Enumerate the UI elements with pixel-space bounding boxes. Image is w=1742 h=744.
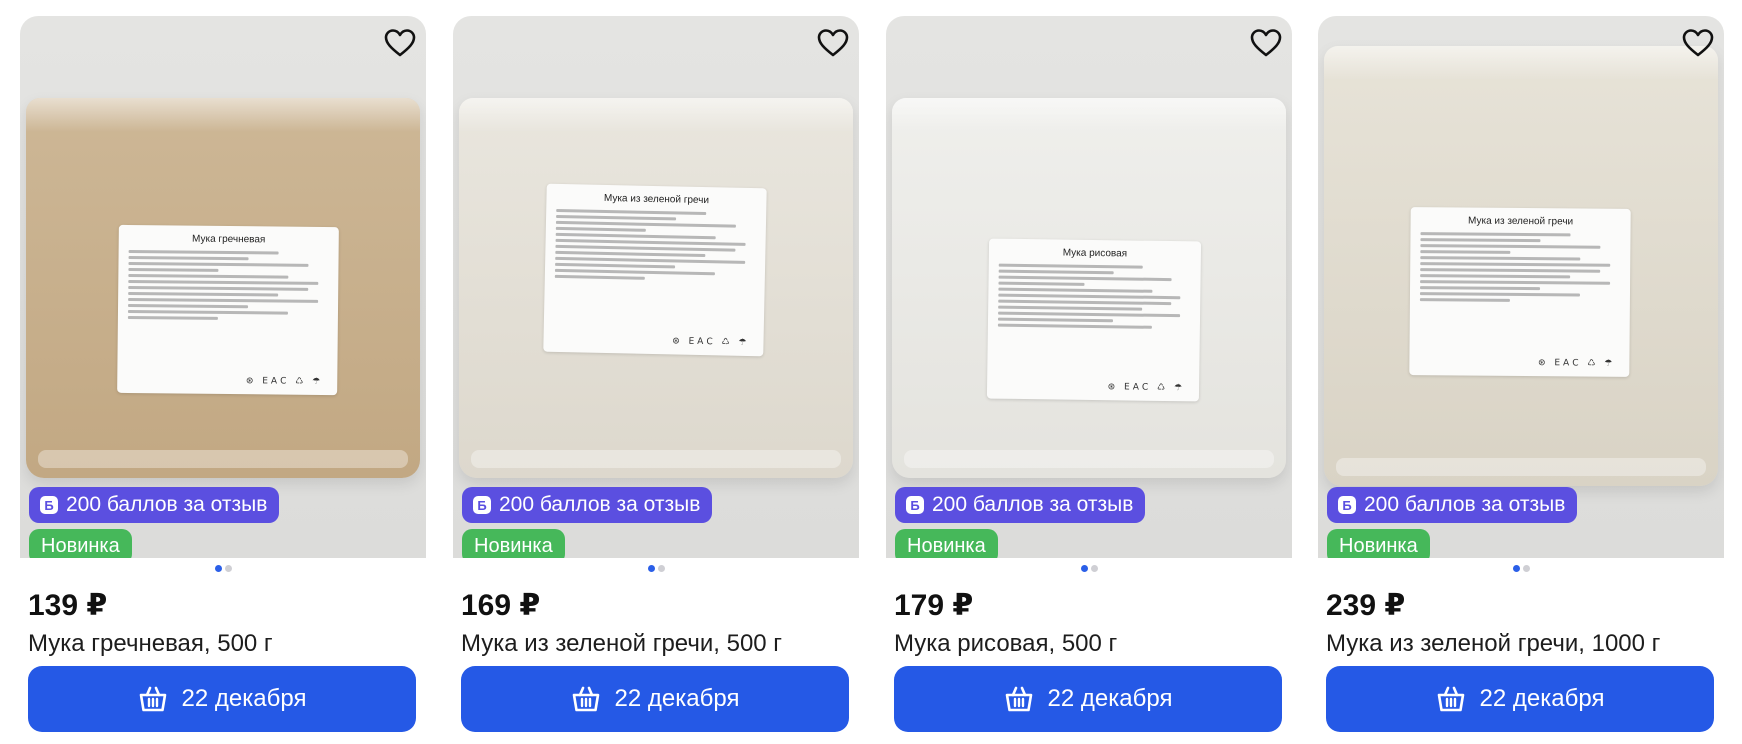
product-price: 179 ₽ <box>894 589 974 622</box>
review-points-badge: Б 200 баллов за отзыв <box>462 487 713 523</box>
product-image[interactable]: Мука гречневая ⊛ ЕАС ♺ ☂ Б 200 баллов за… <box>20 16 426 558</box>
product-card[interactable]: Мука из зеленой гречи ⊛ ЕАС ♺ ☂ Б 200 ба… <box>1318 16 1724 744</box>
certification-marks: ⊛ ЕАС ♺ ☂ <box>672 336 750 348</box>
carousel-dot[interactable] <box>1090 565 1098 572</box>
new-badge: Новинка <box>1327 529 1430 558</box>
product-grid: Мука гречневая ⊛ ЕАС ♺ ☂ Б 200 баллов за… <box>0 0 1742 744</box>
add-to-cart-button[interactable]: 22 декабря <box>461 666 849 732</box>
add-to-cart-button[interactable]: 22 декабря <box>28 666 416 732</box>
flour-bag-image: Мука из зеленой гречи ⊛ ЕАС ♺ ☂ <box>1324 46 1718 486</box>
heart-icon[interactable] <box>1248 26 1284 60</box>
package-label: Мука из зеленой гречи ⊛ ЕАС ♺ ☂ <box>1409 207 1631 377</box>
carousel-dot-active[interactable] <box>1512 565 1520 572</box>
review-points-text: 200 баллов за отзыв <box>499 493 701 516</box>
package-label-title: Мука из зеленой гречи <box>1468 215 1574 228</box>
product-title[interactable]: Мука из зеленой гречи, 500 г <box>461 630 782 658</box>
certification-marks: ⊛ ЕАС ♺ ☂ <box>245 376 324 388</box>
carousel-dots <box>20 565 426 575</box>
product-image[interactable]: Мука из зеленой гречи ⊛ ЕАС ♺ ☂ Б 200 ба… <box>453 16 859 558</box>
carousel-dots <box>886 565 1292 575</box>
package-label: Мука из зеленой гречи ⊛ ЕАС ♺ ☂ <box>543 183 767 357</box>
flour-bag-image: Мука из зеленой гречи ⊛ ЕАС ♺ ☂ <box>459 98 853 478</box>
package-label-title: Мука из зеленой гречи <box>603 192 710 207</box>
carousel-dot-active[interactable] <box>1080 565 1088 572</box>
delivery-date: 22 декабря <box>614 685 740 712</box>
carousel-dot[interactable] <box>1522 565 1530 572</box>
product-card[interactable]: Мука рисовая ⊛ ЕАС ♺ ☂ Б 200 баллов за о… <box>886 16 1292 744</box>
package-label-title: Мука рисовая <box>1062 247 1128 260</box>
certification-marks: ⊛ ЕАС ♺ ☂ <box>1107 382 1186 394</box>
package-label: Мука рисовая ⊛ ЕАС ♺ ☂ <box>986 238 1202 402</box>
review-points-badge: Б 200 баллов за отзыв <box>895 487 1146 523</box>
heart-icon[interactable] <box>1680 26 1716 60</box>
product-price: 239 ₽ <box>1326 589 1406 622</box>
review-points-text: 200 баллов за отзыв <box>932 493 1134 516</box>
carousel-dot[interactable] <box>224 565 232 572</box>
product-title[interactable]: Мука гречневая, 500 г <box>28 630 273 658</box>
flour-bag-image: Мука гречневая ⊛ ЕАС ♺ ☂ <box>26 98 420 478</box>
review-points-text: 200 баллов за отзыв <box>1364 493 1566 516</box>
product-title[interactable]: Мука рисовая, 500 г <box>894 630 1117 658</box>
product-price: 139 ₽ <box>28 589 108 622</box>
points-b-icon: Б <box>40 496 58 514</box>
add-to-cart-button[interactable]: 22 декабря <box>894 666 1282 732</box>
carousel-dots <box>453 565 859 575</box>
heart-icon[interactable] <box>815 26 851 60</box>
product-image[interactable]: Мука из зеленой гречи ⊛ ЕАС ♺ ☂ Б 200 ба… <box>1318 16 1724 558</box>
product-card[interactable]: Мука из зеленой гречи ⊛ ЕАС ♺ ☂ Б 200 ба… <box>453 16 859 744</box>
delivery-date: 22 декабря <box>1047 685 1173 712</box>
heart-icon[interactable] <box>382 26 418 60</box>
product-image[interactable]: Мука рисовая ⊛ ЕАС ♺ ☂ Б 200 баллов за о… <box>886 16 1292 558</box>
carousel-dot-active[interactable] <box>647 565 655 572</box>
review-points-text: 200 баллов за отзыв <box>66 493 268 516</box>
points-b-icon: Б <box>473 496 491 514</box>
new-badge: Новинка <box>29 529 132 558</box>
add-to-cart-button[interactable]: 22 декабря <box>1326 666 1714 732</box>
new-badge: Новинка <box>462 529 565 558</box>
basket-icon <box>1436 685 1466 713</box>
basket-icon <box>1004 685 1034 713</box>
delivery-date: 22 декабря <box>1479 685 1605 712</box>
review-points-badge: Б 200 баллов за отзыв <box>29 487 280 523</box>
certification-marks: ⊛ ЕАС ♺ ☂ <box>1537 358 1616 369</box>
product-card[interactable]: Мука гречневая ⊛ ЕАС ♺ ☂ Б 200 баллов за… <box>20 16 426 744</box>
new-badge: Новинка <box>895 529 998 558</box>
carousel-dot[interactable] <box>657 565 665 572</box>
product-price: 169 ₽ <box>461 589 541 622</box>
carousel-dots <box>1318 565 1724 575</box>
points-b-icon: Б <box>906 496 924 514</box>
product-title[interactable]: Мука из зеленой гречи, 1000 г <box>1326 630 1660 658</box>
basket-icon <box>571 685 601 713</box>
points-b-icon: Б <box>1338 496 1356 514</box>
delivery-date: 22 декабря <box>181 685 307 712</box>
package-label: Мука гречневая ⊛ ЕАС ♺ ☂ <box>117 224 339 396</box>
package-label-title: Мука гречневая <box>192 233 266 246</box>
review-points-badge: Б 200 баллов за отзыв <box>1327 487 1578 523</box>
flour-bag-image: Мука рисовая ⊛ ЕАС ♺ ☂ <box>892 98 1286 478</box>
carousel-dot-active[interactable] <box>214 565 222 572</box>
basket-icon <box>138 685 168 713</box>
